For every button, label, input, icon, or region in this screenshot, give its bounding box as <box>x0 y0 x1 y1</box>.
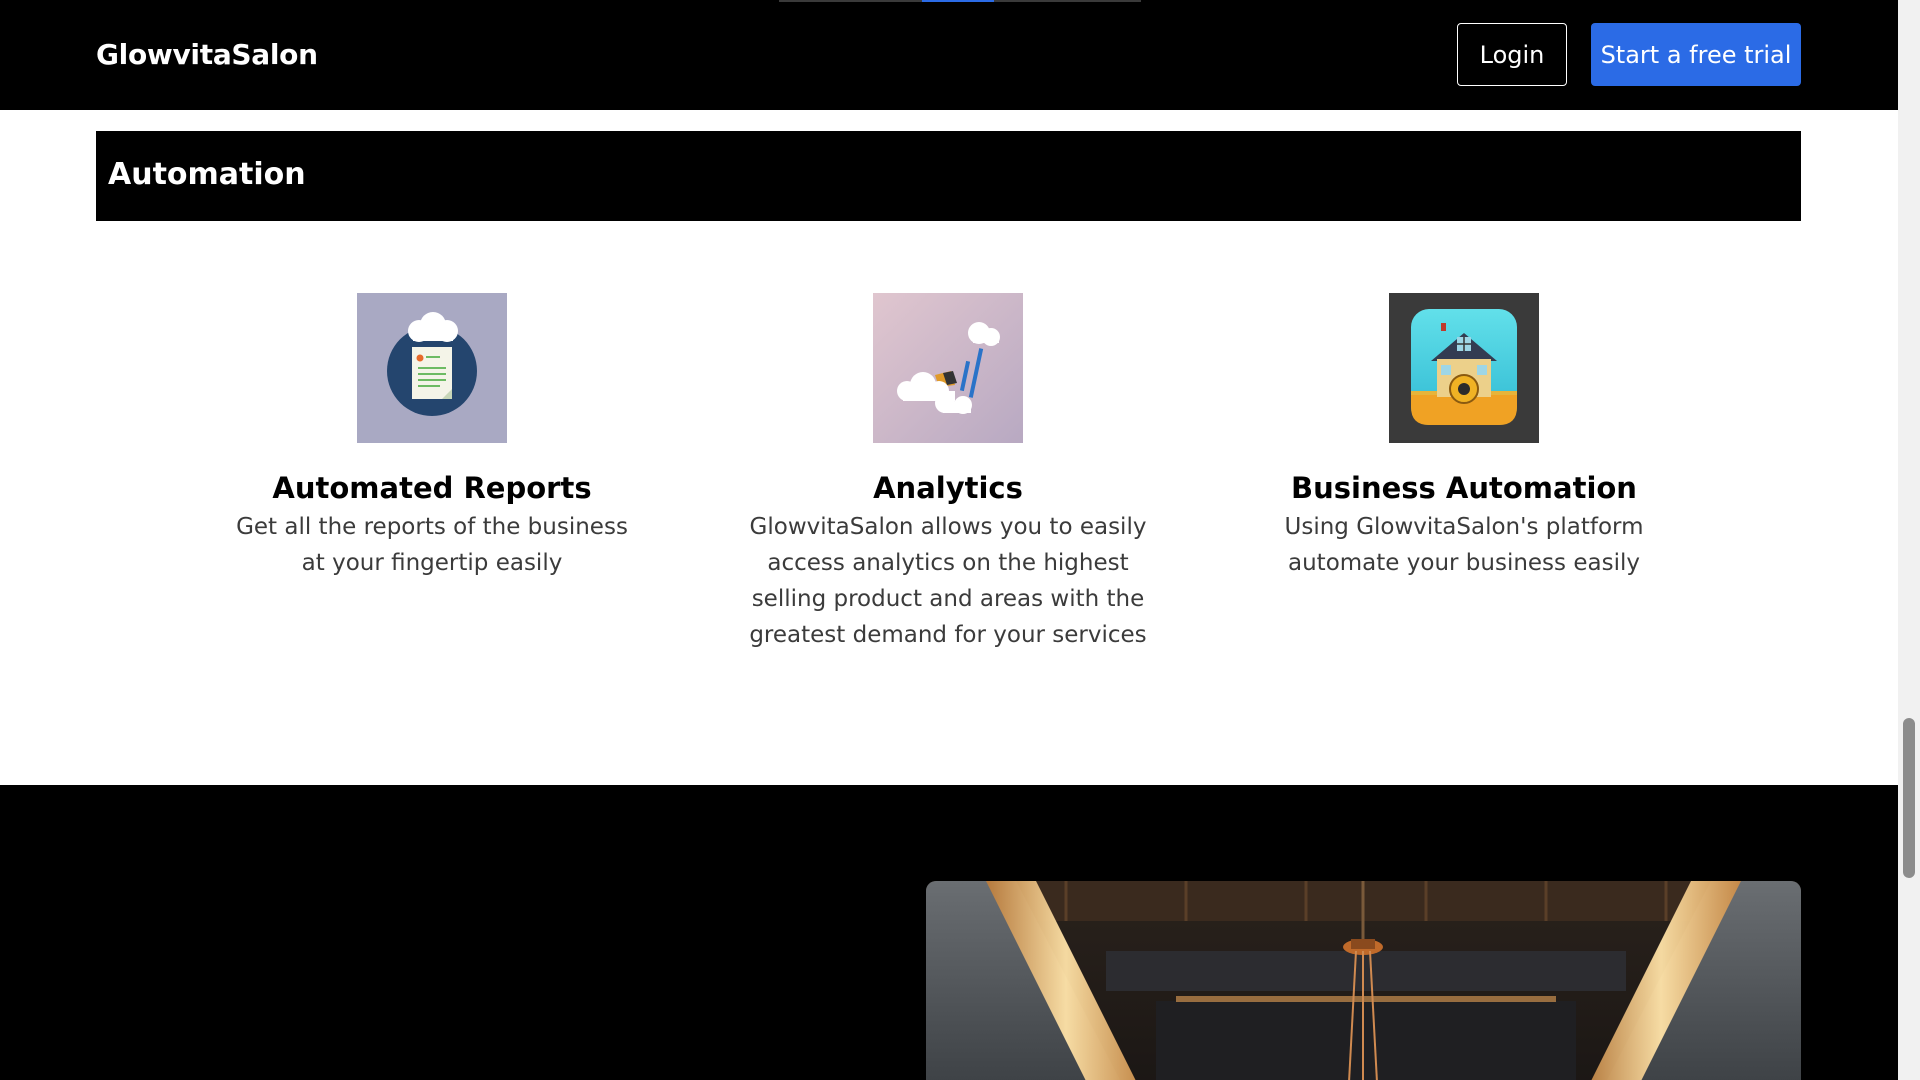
feature-description: GlowvitaSalon allows you to easily acces… <box>749 514 1147 648</box>
cloud-analytics-icon <box>873 293 1023 443</box>
page: GlowvitaSalon Login Start a free trial A… <box>0 0 1898 1080</box>
salon-interior-image <box>926 881 1801 1080</box>
feature-description: Using GlowvitaSalon's platform automate … <box>1284 514 1644 576</box>
vertical-scrollbar[interactable] <box>1898 0 1920 1080</box>
brand-logo[interactable]: GlowvitaSalon <box>96 38 318 71</box>
feature-card-automated-reports: Automated Reports Get all the reports of… <box>212 293 652 581</box>
feature-title: Business Automation <box>1291 471 1637 505</box>
dark-section <box>0 785 1898 1080</box>
active-tab-indicator <box>922 0 994 2</box>
feature-description: Get all the reports of the business at y… <box>236 514 628 576</box>
login-button[interactable]: Login <box>1457 23 1567 86</box>
cloud-report-icon <box>357 293 507 443</box>
top-tab-indicator <box>779 0 1141 2</box>
feature-title: Analytics <box>873 471 1023 505</box>
feature-title: Automated Reports <box>272 471 592 505</box>
top-navbar: GlowvitaSalon Login Start a free trial <box>0 0 1898 110</box>
start-free-trial-button[interactable]: Start a free trial <box>1591 23 1801 86</box>
feature-card-analytics: Analytics GlowvitaSalon allows you to ea… <box>728 293 1168 653</box>
house-gear-icon <box>1389 293 1539 443</box>
section-title: Automation <box>108 157 306 192</box>
section-banner: Automation <box>96 131 1801 221</box>
scrollbar-thumb[interactable] <box>1903 718 1915 878</box>
feature-card-business-automation: Business Automation Using GlowvitaSalon'… <box>1244 293 1684 581</box>
